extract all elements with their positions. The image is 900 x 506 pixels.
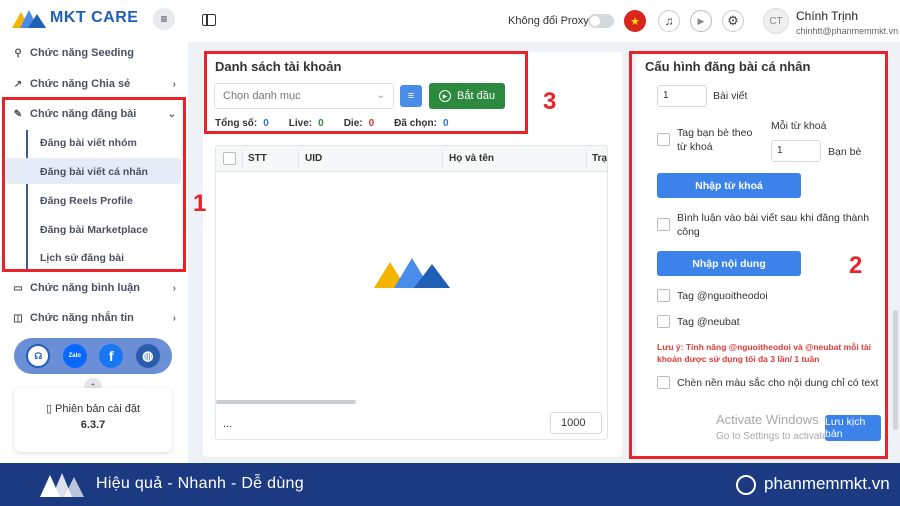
share-icon: ↗ <box>13 78 23 90</box>
menu-toggle-button[interactable]: ≡ <box>153 8 175 30</box>
version-number: 6.3.7 <box>80 419 106 431</box>
social-bar: ☊ Zalo f ◍ <box>14 338 172 374</box>
version-label: ▯ Phiên bản cài đặt <box>45 403 141 415</box>
accounts-table: STT UID Họ và tên Trạ ... 1000 <box>215 145 608 440</box>
sidebar-item-label: Chức năng bình luận <box>30 282 141 294</box>
mkt-logo-icon <box>12 10 46 28</box>
mkt-footer-logo <box>40 473 84 497</box>
sidebar-item-label: Chức năng Chia sẻ <box>30 78 131 90</box>
footer-website[interactable]: phanmemmkt.vn <box>764 474 890 494</box>
table-header: STT UID Họ và tên Trạ <box>216 146 607 172</box>
annotation-box-3 <box>204 51 528 134</box>
avatar[interactable]: CT <box>763 8 789 34</box>
globe-icon[interactable]: ◍ <box>135 344 160 368</box>
annotation-box-1 <box>2 97 186 272</box>
page-size-input[interactable]: 1000 <box>550 412 602 434</box>
gear-icon[interactable]: ⚙ <box>722 10 744 32</box>
mkt-watermark-logo <box>374 258 450 288</box>
chevron-right-icon: › <box>172 78 176 90</box>
logo-text: MKT CARE <box>50 9 139 26</box>
version-card: ▯ Phiên bản cài đặt 6.3.7 <box>14 388 172 452</box>
sidebar-item-label: Chức năng nhắn tin <box>30 312 134 324</box>
message-icon: ◫ <box>13 312 23 324</box>
column-header-name[interactable]: Họ và tên <box>449 153 494 164</box>
footer-banner: Hiệu quả - Nhanh - Dễ dùng phanmemmkt.vn <box>0 463 900 506</box>
layout-toggle-icon[interactable] <box>202 14 216 26</box>
vietnam-flag-icon[interactable]: ★ <box>624 10 646 32</box>
sidebar-item-comment[interactable]: ▭ Chức năng bình luận › <box>12 282 180 294</box>
column-header-stt[interactable]: STT <box>248 153 267 164</box>
bell-icon[interactable]: ♫ <box>658 10 680 32</box>
column-header-status[interactable]: Trạ <box>592 153 607 164</box>
vertical-scrollbar[interactable] <box>893 310 898 430</box>
annotation-label-2: 2 <box>849 252 863 279</box>
support-icon[interactable]: ☊ <box>26 344 51 368</box>
proxy-label: Không đổi Proxy <box>508 15 589 27</box>
select-all-checkbox[interactable] <box>223 152 236 165</box>
proxy-toggle[interactable] <box>588 14 614 28</box>
app-logo[interactable]: MKT CARE <box>12 8 138 28</box>
globe-icon <box>736 475 756 495</box>
header: Không đổi Proxy ★ ♫ ▶ ⚙ CT Chính Trịnh c… <box>188 0 900 42</box>
zalo-icon[interactable]: Zalo <box>62 344 87 368</box>
sidebar-item-seeding[interactable]: ⚲ Chức năng Seeding <box>12 47 180 59</box>
chevron-right-icon: › <box>172 282 176 294</box>
seeding-icon: ⚲ <box>14 47 22 59</box>
sidebar-item-share[interactable]: ↗ Chức năng Chia sẻ › <box>12 78 180 90</box>
sidebar-item-label: Chức năng Seeding <box>30 47 134 59</box>
user-email: chinhtt@phanmemmkt.vn <box>796 26 899 36</box>
footer-slogan: Hiệu quả - Nhanh - Dễ dùng <box>96 475 304 492</box>
comment-icon: ▭ <box>13 282 23 294</box>
facebook-icon[interactable]: f <box>99 344 124 368</box>
sidebar-item-message[interactable]: ◫ Chức năng nhắn tin › <box>12 312 180 324</box>
chevron-right-icon: › <box>172 312 176 324</box>
annotation-label-1: 1 <box>193 190 207 217</box>
version-icon: ▯ <box>45 403 56 415</box>
more-options[interactable]: ... <box>223 418 232 430</box>
play-icon[interactable]: ▶ <box>690 10 712 32</box>
horizontal-scrollbar[interactable] <box>216 400 356 404</box>
column-header-uid[interactable]: UID <box>305 153 322 164</box>
user-name: Chính Trịnh <box>796 9 859 23</box>
annotation-label-3: 3 <box>543 88 557 115</box>
